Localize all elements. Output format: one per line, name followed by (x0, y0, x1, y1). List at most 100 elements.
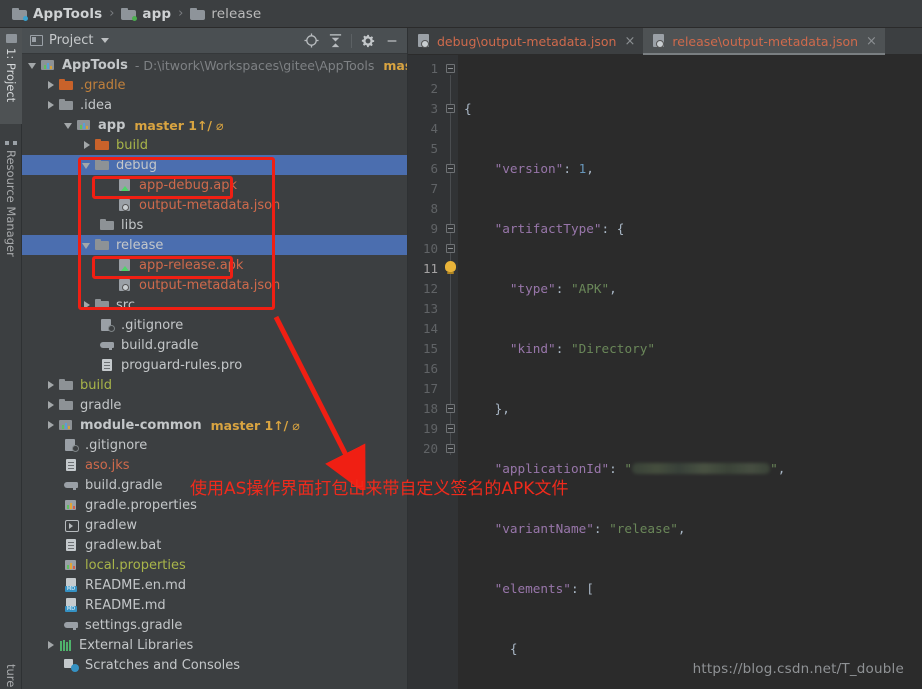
line-number: 8 (430, 201, 438, 216)
locate-icon[interactable] (300, 30, 322, 52)
tree-row-label: gradle (80, 397, 122, 413)
gradle-file-icon (64, 478, 79, 492)
watermark: https://blog.csdn.net/T_double (692, 661, 904, 677)
text-file-icon (100, 358, 115, 372)
tree-row-label: External Libraries (79, 637, 194, 653)
project-tree[interactable]: AppTools - D:\itwork\Workspaces\gitee\Ap… (22, 54, 407, 689)
tree-row-proguard-rules[interactable]: proguard-rules.pro (22, 355, 407, 375)
expand-arrow-icon[interactable] (46, 640, 55, 650)
apk-icon (118, 178, 133, 192)
tree-row-app-build[interactable]: build (22, 135, 407, 155)
tree-row-root-build[interactable]: build (22, 375, 407, 395)
expand-arrow-icon[interactable] (28, 61, 37, 70)
tool-tab-label: ture (4, 664, 18, 688)
expand-arrow-icon[interactable] (46, 420, 55, 430)
tool-tab-resource-manager[interactable]: Resource Manager (0, 128, 22, 268)
line-number: 9 (430, 221, 438, 236)
line-number: 2 (430, 81, 438, 96)
tree-row-gradle-dir[interactable]: .gradle (22, 75, 407, 95)
tool-tab-structure[interactable]: ture (0, 658, 22, 689)
tree-row-label: build.gradle (121, 337, 199, 353)
editor-tab-debug-output-metadata[interactable]: debug\output-metadata.json × (408, 28, 643, 54)
settings-gear-icon[interactable] (357, 30, 379, 52)
tree-row-apptools[interactable]: AppTools - D:\itwork\Workspaces\gitee\Ap… (22, 55, 407, 75)
annotation-text: 使用AS操作界面打包出来带自定义签名的APK文件 (190, 479, 569, 499)
tree-row-readme-en-md[interactable]: MD README.en.md (22, 575, 407, 595)
expand-arrow-icon[interactable] (82, 140, 91, 150)
expand-arrow-icon[interactable] (82, 300, 91, 310)
tree-row-src[interactable]: src (22, 295, 407, 315)
tree-row-root-gitignore[interactable]: .gitignore (22, 435, 407, 455)
breadcrumb-item-release[interactable]: release (190, 6, 261, 22)
breadcrumb-item-apptools[interactable]: AppTools (12, 6, 102, 22)
tree-row-label: output-metadata.json (139, 197, 281, 213)
tree-row-app-gitignore[interactable]: .gitignore (22, 315, 407, 335)
line-number: 17 (422, 381, 438, 396)
expand-arrow-icon[interactable] (82, 241, 91, 250)
collapse-all-icon[interactable] (324, 30, 346, 52)
editor-tab-release-output-metadata[interactable]: release\output-metadata.json × (643, 28, 885, 55)
code-content[interactable]: { "version": 1, "artifactType": { "type"… (458, 55, 922, 689)
tree-row-idea[interactable]: .idea (22, 95, 407, 115)
close-icon[interactable]: × (624, 34, 635, 49)
json-file-icon (417, 34, 431, 48)
tree-row-gradlew[interactable]: gradlew (22, 515, 407, 535)
tree-row-libs[interactable]: libs (22, 215, 407, 235)
expand-arrow-icon[interactable] (64, 121, 73, 130)
tree-row-app-debug-apk[interactable]: app-debug.apk (22, 175, 407, 195)
tree-row-external-libraries[interactable]: External Libraries (22, 635, 407, 655)
gradle-file-icon (100, 338, 115, 352)
fold-toggle-icon[interactable] (446, 224, 455, 233)
fold-toggle-icon[interactable] (446, 444, 455, 453)
project-icon (5, 34, 17, 43)
expand-arrow-icon[interactable] (46, 100, 55, 110)
tree-row-release[interactable]: release (22, 235, 407, 255)
tree-row-app-build-gradle[interactable]: build.gradle (22, 335, 407, 355)
code-folding-gutter[interactable] (444, 55, 458, 689)
tree-row-label: aso.jks (85, 457, 130, 473)
tree-row-readme-md[interactable]: MD README.md (22, 595, 407, 615)
module-folder-icon (121, 7, 138, 21)
tree-row-root-gradle[interactable]: gradle (22, 395, 407, 415)
minimize-icon[interactable] (381, 30, 403, 52)
breadcrumb-separator: › (109, 6, 115, 21)
tree-row-app[interactable]: app master 1↑/ ⌀ (22, 115, 407, 135)
close-icon[interactable]: × (866, 34, 877, 49)
divider (351, 33, 352, 48)
tree-row-module-common[interactable]: module-common master 1↑/ ⌀ (22, 415, 407, 435)
code-line: { (509, 641, 518, 656)
expand-arrow-icon[interactable] (82, 161, 91, 170)
tree-row-label: Scratches and Consoles (85, 657, 241, 673)
intention-bulb-icon[interactable] (445, 261, 456, 274)
json-file-icon (118, 198, 133, 212)
script-file-icon (64, 518, 79, 532)
tree-row-settings-gradle[interactable]: settings.gradle (22, 615, 407, 635)
tree-row-app-release-apk[interactable]: app-release.apk (22, 255, 407, 275)
markdown-file-icon: MD (64, 598, 79, 612)
folder-icon (59, 98, 74, 112)
expand-arrow-icon[interactable] (46, 380, 55, 390)
tree-row-release-output-metadata[interactable]: output-metadata.json (22, 275, 407, 295)
fold-toggle-icon[interactable] (446, 404, 455, 413)
chevron-down-icon[interactable] (101, 38, 110, 43)
fold-toggle-icon[interactable] (446, 244, 455, 253)
tree-row-local-properties[interactable]: local.properties (22, 555, 407, 575)
expand-arrow-icon[interactable] (46, 400, 55, 410)
tree-row-debug[interactable]: debug (22, 155, 407, 175)
fold-toggle-icon[interactable] (446, 164, 455, 173)
code-editor[interactable]: 1 2 3 4 5 6 7 8 9 10 11 12 13 14 15 16 1… (408, 55, 922, 689)
project-panel-title: Project (49, 33, 94, 48)
tree-row-debug-output-metadata[interactable]: output-metadata.json (22, 195, 407, 215)
line-number: 1 (430, 61, 438, 76)
folder-icon (100, 218, 115, 232)
fold-toggle-icon[interactable] (446, 104, 455, 113)
tree-row-gradlew-bat[interactable]: gradlew.bat (22, 535, 407, 555)
fold-toggle-icon[interactable] (446, 64, 455, 73)
tree-row-scratches-and-consoles[interactable]: Scratches and Consoles (22, 655, 407, 675)
tree-row-path: - D:\itwork\Workspaces\gitee\AppTools (134, 57, 375, 73)
breadcrumb-item-app[interactable]: app (121, 6, 171, 22)
expand-arrow-icon[interactable] (46, 80, 55, 90)
tree-row-aso-jks[interactable]: aso.jks (22, 455, 407, 475)
tool-tab-project[interactable]: 1: Project (0, 28, 22, 124)
fold-toggle-icon[interactable] (446, 424, 455, 433)
